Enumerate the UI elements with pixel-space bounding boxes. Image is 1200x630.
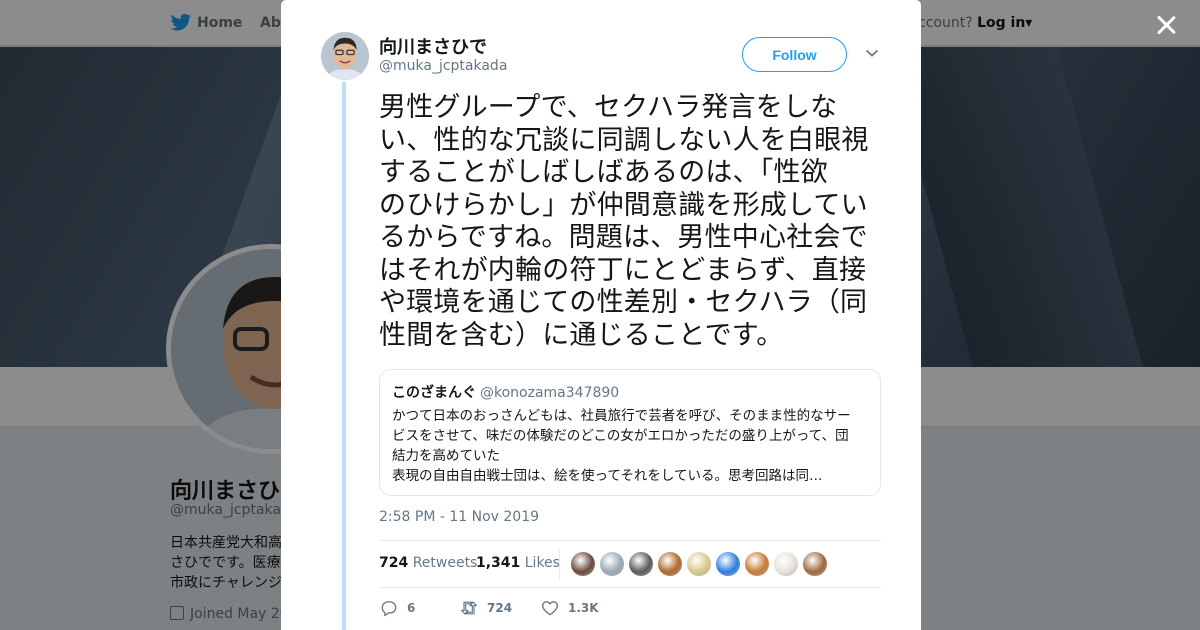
retweet-button[interactable]: 724 <box>459 598 512 620</box>
like-count: 1.3K <box>568 601 599 615</box>
tweet-stats: 724 Retweets 1,341 Likes <box>379 540 881 588</box>
follow-button[interactable]: Follow <box>742 37 847 72</box>
author-name[interactable]: 向川まさひで <box>379 33 487 59</box>
retweets-label: Retweets <box>412 555 478 571</box>
quoted-author-handle: @konozama347890 <box>480 385 620 401</box>
author-handle[interactable]: @muka_jcptakada <box>379 58 507 74</box>
liker-avatar-6[interactable] <box>716 552 740 576</box>
likes-count: 1,341 <box>476 555 521 571</box>
chevron-down-icon[interactable] <box>865 48 879 58</box>
thread-line <box>342 82 346 630</box>
tweet-text-line: することがしばしばあるのは、「性欲 <box>379 157 828 188</box>
heart-icon <box>542 601 558 616</box>
liker-avatar-4[interactable] <box>658 552 682 576</box>
reply-button[interactable]: 6 <box>379 598 415 620</box>
tweet-text: 男性グループで、セクハラ発言をしな い、性的な冗談に同調しない人を白眼視 するこ… <box>379 92 889 352</box>
liker-avatar-5[interactable] <box>687 552 711 576</box>
quoted-tweet-card[interactable]: このざまんぐ @konozama347890 かつて日本のおっさんどもは、社員旅行… <box>379 369 881 496</box>
liker-avatar-7[interactable] <box>745 552 769 576</box>
tweet-text-line: るからですね。問題は、男性中心社会で <box>379 222 868 253</box>
tweet-text-line: や環境を通じての性差別・セクハラ（同 <box>379 287 868 318</box>
stats-divider <box>559 549 560 581</box>
tweet-text-line: 性間を含む）に通じることです。 <box>379 319 784 351</box>
quoted-text-line: 表現の自由自由戦士団は、絵を使ってそれをしている。思考回路は同… <box>392 468 823 484</box>
person-photo-icon <box>321 32 369 80</box>
likes-stat[interactable]: 1,341 Likes <box>476 555 560 571</box>
quoted-tweet-text: かつて日本のおっさんどもは、社員旅行で芸者を呼び、そのまま性的なサー ビスをさせ… <box>392 406 870 486</box>
tweet-modal: 向川まさひで @muka_jcptakada Follow 男性グループで、セク… <box>281 0 921 630</box>
retweets-count: 724 <box>379 555 409 571</box>
tweet-text-line: い、性的な冗談に同調しない人を白眼視 <box>379 124 869 156</box>
quoted-text-line: ビスをさせて、味だの体験だのどこの女がエロかっただの盛り上がって、団 <box>392 428 849 444</box>
retweet-count: 724 <box>487 601 513 615</box>
likes-label: Likes <box>524 555 560 571</box>
liker-avatar-8[interactable] <box>774 552 798 576</box>
close-icon[interactable] <box>1152 11 1180 39</box>
reply-count: 6 <box>407 601 416 615</box>
like-button[interactable]: 1.3K <box>540 598 599 620</box>
quoted-text-line: かつて日本のおっさんどもは、社員旅行で芸者を呼び、そのまま性的なサー <box>392 408 851 424</box>
quoted-author-name: このざまんぐ <box>392 385 476 401</box>
tweet-text-line: 男性グループで、セクハラ発言をしな <box>379 92 838 123</box>
liker-avatar-3[interactable] <box>629 552 653 576</box>
tweet-text-line: のひけらかし」が仲間意識を形成してい <box>379 189 868 221</box>
retweet-icon <box>460 601 478 615</box>
tweet-text-line: はそれが内輪の符丁にとどまらず、直接 <box>379 254 867 286</box>
retweets-stat[interactable]: 724 Retweets <box>379 555 477 571</box>
reply-icon <box>381 601 397 617</box>
liker-avatar-2[interactable] <box>600 552 624 576</box>
tweet-timestamp[interactable]: 2:58 PM - 11 Nov 2019 <box>379 509 539 525</box>
quoted-text-line: 結力を高めていた <box>392 448 500 464</box>
liker-avatar-1[interactable] <box>571 552 595 576</box>
liker-avatar-9[interactable] <box>803 552 827 576</box>
author-avatar[interactable] <box>321 32 369 80</box>
tweet-actions: 6 724 1.3K <box>379 596 881 622</box>
